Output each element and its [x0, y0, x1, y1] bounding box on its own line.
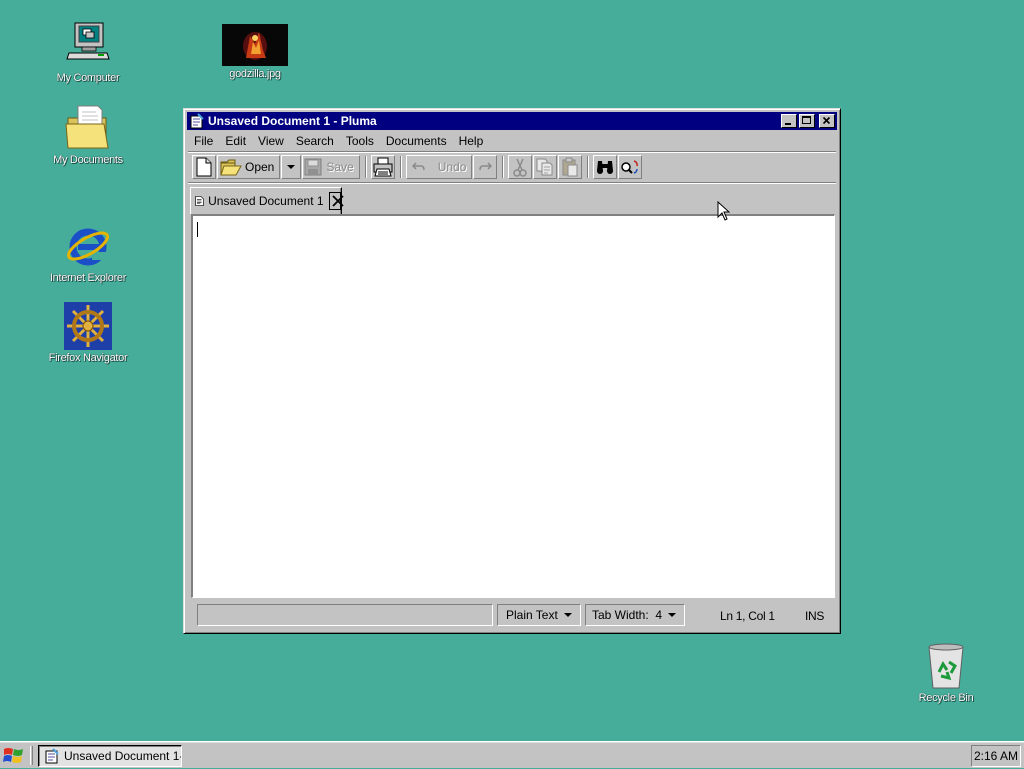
- language-label: Plain Text: [506, 608, 558, 622]
- window-title: Unsaved Document 1 - Pluma: [208, 114, 377, 128]
- printer-icon: [373, 157, 393, 177]
- menu-help[interactable]: Help: [453, 134, 490, 148]
- toolbar-separator: [364, 156, 367, 178]
- status-bar: Plain Text Tab Width: 4 Ln 1, Col 1 INS: [188, 603, 836, 629]
- internet-explorer-icon: [64, 222, 112, 270]
- chevron-down-icon: [564, 613, 572, 617]
- ship-wheel-icon: [64, 302, 112, 350]
- tab-close-button[interactable]: [328, 192, 344, 210]
- open-folder-icon: [220, 159, 242, 176]
- menu-documents[interactable]: Documents: [380, 134, 453, 148]
- taskbar-button-label: Unsaved Document 1-...: [64, 749, 182, 763]
- pluma-window: Unsaved Document 1 - Pluma File Edit Vie…: [183, 108, 841, 634]
- save-label: Save: [326, 160, 354, 174]
- taskbar-button-pluma[interactable]: Unsaved Document 1-...: [38, 745, 182, 767]
- pluma-app-icon: [44, 748, 60, 764]
- find-replace-icon: [621, 160, 639, 174]
- paste-icon: [562, 157, 578, 177]
- save-button[interactable]: Save: [302, 155, 360, 179]
- menu-edit[interactable]: Edit: [219, 134, 252, 148]
- computer-icon: [64, 22, 112, 70]
- maximize-button[interactable]: [799, 114, 815, 128]
- undo-label: Undo: [437, 160, 467, 174]
- copy-icon: [536, 158, 553, 176]
- windows-logo-icon: [3, 748, 23, 763]
- desktop-icon-recycle-bin[interactable]: Recycle Bin: [898, 642, 994, 704]
- desktop-icon-firefox-navigator[interactable]: Firefox Navigator: [40, 302, 136, 364]
- pluma-app-icon: [189, 113, 205, 129]
- desktop-icon-godzilla-jpg[interactable]: godzilla.jpg: [207, 22, 303, 80]
- tab-label: Unsaved Document 1: [208, 194, 324, 208]
- desktop-icon-label: Recycle Bin: [918, 692, 974, 704]
- menu-separator: [188, 151, 836, 153]
- desktop-icon-my-documents[interactable]: My Documents: [40, 104, 136, 166]
- redo-icon: [479, 162, 493, 171]
- open-button[interactable]: Open: [217, 155, 281, 179]
- copy-button[interactable]: [533, 155, 558, 179]
- find-replace-button[interactable]: [618, 155, 643, 179]
- clock[interactable]: 2:16 AM: [974, 749, 1018, 763]
- desktop-icon-label: Firefox Navigator: [48, 352, 128, 364]
- desktop-icon-label: godzilla.jpg: [229, 68, 281, 80]
- tab-width-label: Tab Width: 4: [592, 608, 663, 622]
- minimize-button[interactable]: [781, 114, 797, 128]
- menu-search[interactable]: Search: [290, 134, 340, 148]
- tab-unsaved-document-1[interactable]: Unsaved Document 1: [190, 187, 344, 214]
- find-button[interactable]: [593, 155, 618, 179]
- menu-bar: File Edit View Search Tools Documents He…: [188, 131, 489, 151]
- menu-view[interactable]: View: [252, 134, 290, 148]
- close-icon: [822, 116, 831, 125]
- chevron-down-icon: [668, 613, 676, 617]
- new-document-icon: [196, 157, 212, 177]
- image-thumbnail-icon: [222, 24, 288, 66]
- desktop-icon-label: My Documents: [53, 154, 123, 166]
- toolbar-separator: [399, 156, 402, 178]
- binoculars-icon: [597, 161, 614, 174]
- redo-button[interactable]: [473, 155, 498, 179]
- folder-icon: [64, 104, 112, 152]
- maximize-icon: [802, 116, 811, 124]
- text-cursor: [197, 222, 198, 237]
- mouse-pointer-icon: [717, 201, 730, 221]
- print-button[interactable]: [370, 155, 395, 179]
- status-message-area: [197, 604, 493, 626]
- menu-tools[interactable]: Tools: [340, 134, 380, 148]
- text-document-icon: [195, 196, 204, 206]
- undo-button[interactable]: Undo: [405, 155, 473, 179]
- toolbar-separator: [587, 156, 590, 178]
- cursor-position: Ln 1, Col 1: [720, 609, 775, 623]
- chevron-down-icon: [287, 165, 296, 169]
- recycle-bin-icon: [922, 642, 970, 690]
- system-tray: 2:16 AM: [971, 745, 1021, 767]
- toolbar-separator-line: [188, 182, 836, 184]
- taskbar: Unsaved Document 1-... 2:16 AM: [0, 741, 1024, 768]
- insert-mode: INS: [805, 609, 825, 623]
- language-selector[interactable]: Plain Text: [497, 604, 581, 626]
- minimize-icon: [785, 123, 791, 125]
- title-bar[interactable]: Unsaved Document 1 - Pluma: [187, 112, 837, 130]
- cut-button[interactable]: [508, 155, 533, 179]
- document-tabs: Unsaved Document 1: [190, 187, 834, 214]
- open-recent-dropdown[interactable]: [281, 155, 302, 179]
- close-button[interactable]: [819, 114, 835, 128]
- desktop-icon-internet-explorer[interactable]: Internet Explorer: [40, 222, 136, 284]
- desktop-icon-label: Internet Explorer: [49, 272, 127, 284]
- toolbar: Open Save Undo: [192, 154, 643, 180]
- desktop-icon-my-computer[interactable]: My Computer: [40, 22, 136, 84]
- undo-icon: [411, 162, 425, 171]
- save-icon: [304, 158, 322, 176]
- start-button[interactable]: [2, 745, 28, 766]
- scissors-icon: [513, 158, 528, 177]
- new-document-button[interactable]: [192, 155, 216, 179]
- taskbar-grip[interactable]: [30, 746, 33, 765]
- tab-width-selector[interactable]: Tab Width: 4: [585, 604, 685, 626]
- open-label: Open: [245, 160, 275, 174]
- desktop-icon-label: My Computer: [56, 72, 120, 84]
- menu-file[interactable]: File: [188, 134, 219, 148]
- text-editor[interactable]: [191, 214, 835, 598]
- close-icon: [331, 195, 344, 207]
- paste-button[interactable]: [558, 155, 583, 179]
- toolbar-separator: [502, 156, 505, 178]
